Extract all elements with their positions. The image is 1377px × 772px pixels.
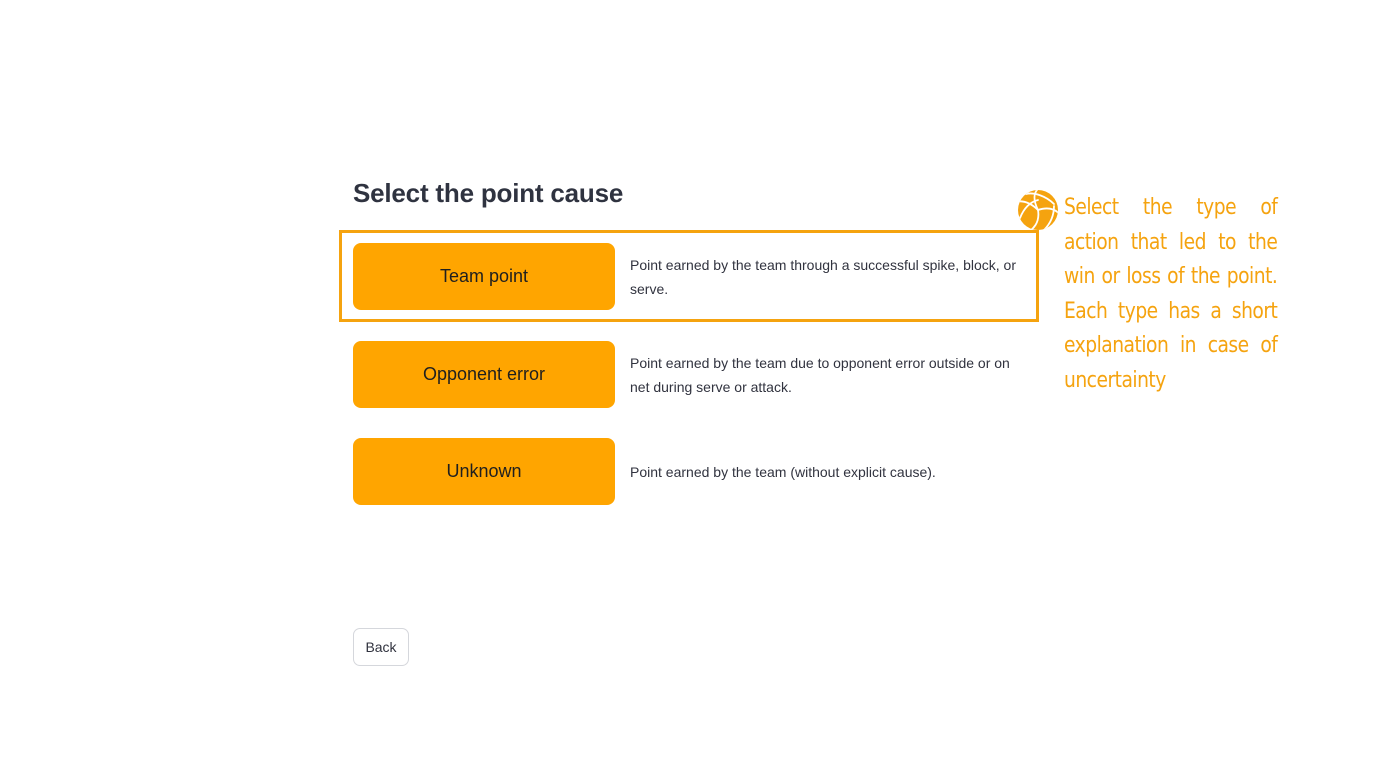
team-point-button[interactable]: Team point — [353, 243, 615, 310]
opponent-error-button[interactable]: Opponent error — [353, 341, 615, 408]
option-row-team-point: Team point Point earned by the team thro… — [353, 243, 1033, 310]
back-button[interactable]: Back — [353, 628, 409, 666]
volleyball-icon — [1018, 190, 1058, 230]
tip-text: Select the type of action that led to th… — [1064, 195, 1278, 393]
option-row-opponent-error: Opponent error Point earned by the team … — [353, 341, 1033, 408]
option-row-unknown: Unknown Point earned by the team (withou… — [353, 438, 1033, 505]
unknown-button[interactable]: Unknown — [353, 438, 615, 505]
page-title: Select the point cause — [353, 178, 624, 208]
unknown-description: Point earned by the team (without explic… — [630, 463, 936, 480]
opponent-error-description: Point earned by the team due to opponent… — [630, 354, 1010, 395]
team-point-description: Point earned by the team through a succe… — [630, 256, 1016, 297]
